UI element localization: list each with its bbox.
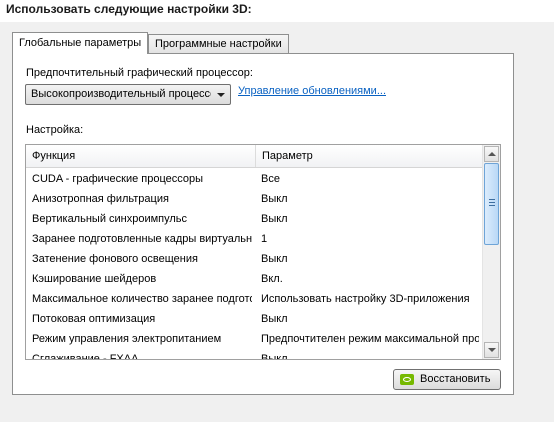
tab-global-settings[interactable]: Глобальные параметры bbox=[12, 32, 149, 54]
arrow-down-icon bbox=[488, 348, 496, 352]
column-header-feature[interactable]: Функция bbox=[26, 145, 256, 167]
tab-program-settings[interactable]: Программные настройки bbox=[148, 34, 289, 53]
value-cell[interactable]: Выкл bbox=[261, 249, 479, 269]
feature-cell: Сглаживание - FXAA bbox=[32, 353, 139, 360]
feature-cell: Вертикальный синхроимпульс bbox=[32, 213, 188, 225]
table-row[interactable]: Кэширование шейдеров Вкл. bbox=[26, 269, 482, 289]
page-title: Использовать следующие настройки 3D: bbox=[6, 2, 252, 16]
value-cell[interactable]: Выкл bbox=[261, 189, 479, 209]
table-row[interactable]: Сглаживание - FXAA Выкл bbox=[26, 349, 482, 360]
scroll-up-button[interactable] bbox=[484, 146, 499, 162]
settings-grid: Функция Параметр CUDA - графические проц… bbox=[25, 144, 501, 360]
feature-cell: Потоковая оптимизация bbox=[32, 313, 156, 325]
table-row[interactable]: Анизотропная фильтрация Выкл bbox=[26, 189, 482, 209]
scroll-down-button[interactable] bbox=[484, 342, 499, 358]
feature-cell: Затенение фонового освещения bbox=[32, 253, 198, 265]
feature-cell: Анизотропная фильтрация bbox=[32, 193, 169, 205]
arrow-up-icon bbox=[488, 152, 496, 156]
restore-button[interactable]: Восстановить bbox=[393, 369, 501, 390]
restore-button-label: Восстановить bbox=[420, 373, 491, 385]
grid-header: Функция Параметр bbox=[26, 145, 482, 168]
table-row[interactable]: Вертикальный синхроимпульс Выкл bbox=[26, 209, 482, 229]
feature-cell: CUDA - графические процессоры bbox=[32, 173, 204, 185]
nvidia-logo-icon bbox=[400, 374, 414, 385]
feature-cell: Максимальное количество заранее подготов… bbox=[32, 293, 252, 305]
column-header-value[interactable]: Параметр bbox=[256, 145, 482, 167]
table-row[interactable]: Заранее подготовленные кадры виртуальной… bbox=[26, 229, 482, 249]
value-cell[interactable]: 1 bbox=[261, 229, 479, 249]
value-cell[interactable]: Выкл bbox=[261, 309, 479, 329]
table-row[interactable]: Затенение фонового освещения Выкл bbox=[26, 249, 482, 269]
table-row[interactable]: Максимальное количество заранее подготов… bbox=[26, 289, 482, 309]
feature-cell: Кэширование шейдеров bbox=[32, 273, 157, 285]
manage-updates-link[interactable]: Управление обновлениями... bbox=[238, 85, 386, 97]
gpu-select-value: Высокопроизводительный процессор NVIDIA bbox=[31, 88, 211, 100]
chevron-down-icon bbox=[217, 93, 225, 97]
feature-cell: Режим управления электропитанием bbox=[32, 333, 222, 345]
table-row[interactable]: Потоковая оптимизация Выкл bbox=[26, 309, 482, 329]
table-row[interactable]: Режим управления электропитанием Предпоч… bbox=[26, 329, 482, 349]
feature-cell: Заранее подготовленные кадры виртуальной… bbox=[32, 233, 252, 245]
grid-rows: CUDA - графические процессоры Все Анизот… bbox=[26, 169, 482, 360]
value-cell[interactable]: Вкл. bbox=[261, 269, 479, 289]
value-cell[interactable]: Использовать настройку 3D-приложения bbox=[261, 289, 479, 309]
grip-icon bbox=[489, 199, 495, 208]
value-cell[interactable]: Выкл bbox=[261, 209, 479, 229]
value-cell[interactable]: Все bbox=[261, 169, 479, 189]
table-row[interactable]: CUDA - графические процессоры Все bbox=[26, 169, 482, 189]
value-cell[interactable]: Предпочтителен режим максимальной произв… bbox=[261, 329, 479, 349]
gpu-select[interactable]: Высокопроизводительный процессор NVIDIA bbox=[25, 84, 231, 105]
vertical-scrollbar[interactable] bbox=[482, 145, 500, 359]
settings-label: Настройка: bbox=[26, 124, 84, 136]
value-cell[interactable]: Выкл bbox=[261, 349, 479, 359]
gpu-label: Предпочтительный графический процессор: bbox=[26, 67, 253, 79]
scroll-thumb[interactable] bbox=[484, 163, 499, 245]
